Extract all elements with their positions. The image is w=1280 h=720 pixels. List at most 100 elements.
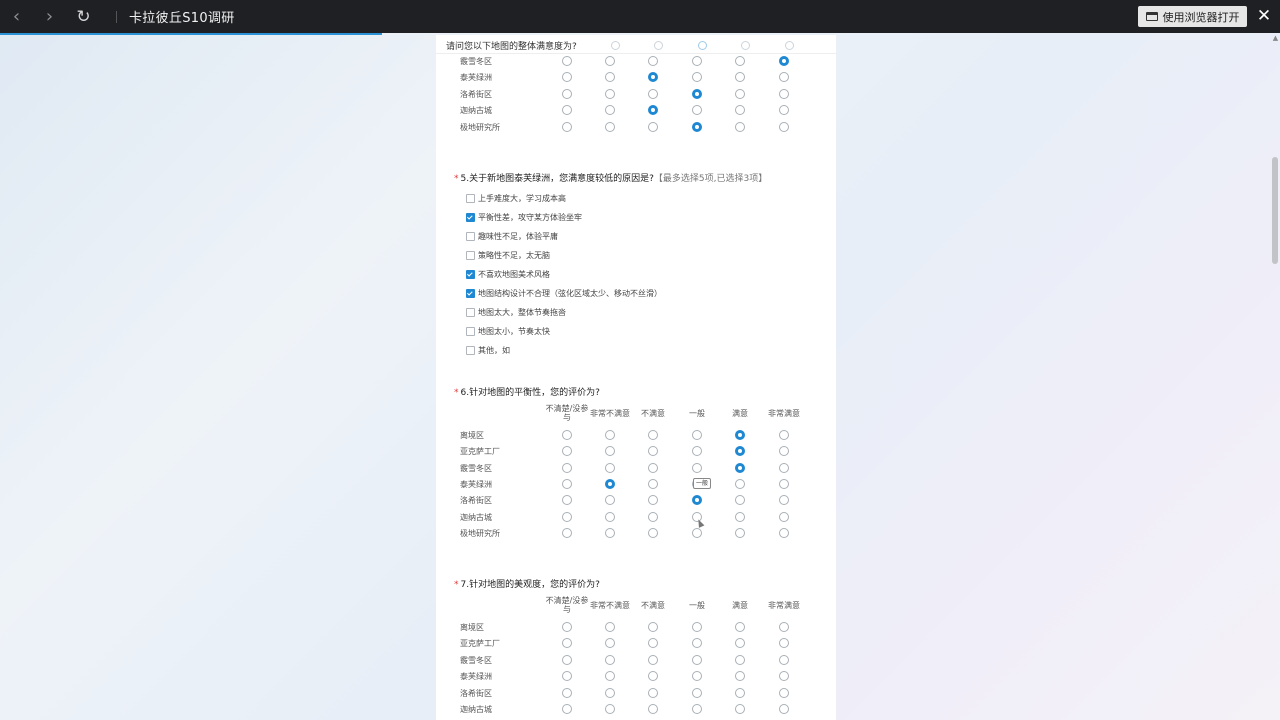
matrix-radio[interactable] — [562, 687, 572, 698]
matrix-radio[interactable] — [605, 671, 615, 682]
matrix-radio[interactable] — [692, 654, 702, 665]
scrollbar-thumb[interactable] — [1272, 157, 1278, 264]
checkbox-icon[interactable] — [466, 345, 475, 355]
scrollbar-track[interactable] — [1271, 33, 1280, 720]
matrix-radio[interactable] — [648, 462, 658, 473]
matrix-radio[interactable] — [692, 671, 702, 682]
matrix-radio[interactable] — [648, 638, 658, 649]
matrix-radio[interactable] — [562, 511, 572, 522]
matrix-radio[interactable] — [605, 121, 615, 132]
matrix-radio[interactable] — [779, 527, 789, 538]
matrix-radio[interactable] — [648, 622, 658, 632]
back-button[interactable]: ‹ — [0, 0, 33, 33]
matrix-radio[interactable] — [605, 478, 615, 489]
matrix-radio[interactable] — [562, 704, 572, 714]
checkbox-option[interactable]: 策略性不足，太无脑 — [466, 249, 550, 261]
matrix-radio[interactable] — [735, 687, 745, 698]
matrix-radio[interactable] — [735, 88, 745, 99]
matrix-radio[interactable] — [779, 446, 789, 457]
checkbox-option[interactable]: 上手难度大，学习成本高 — [466, 192, 566, 204]
matrix-radio[interactable] — [779, 687, 789, 698]
matrix-radio[interactable] — [735, 511, 745, 522]
matrix-radio[interactable] — [692, 88, 702, 99]
matrix-radio[interactable] — [605, 511, 615, 522]
matrix-radio[interactable] — [735, 462, 745, 473]
matrix-radio[interactable] — [692, 105, 702, 116]
matrix-radio[interactable] — [692, 430, 702, 440]
refresh-button[interactable]: ↻ — [67, 0, 100, 33]
matrix-radio[interactable] — [735, 527, 745, 538]
matrix-radio[interactable] — [648, 72, 658, 83]
matrix-radio[interactable] — [562, 478, 572, 489]
matrix-radio[interactable] — [562, 72, 572, 83]
checkbox-option[interactable]: 不喜欢地图美术风格 — [466, 268, 550, 280]
checkbox-icon[interactable] — [466, 231, 475, 241]
matrix-radio[interactable] — [735, 704, 745, 714]
matrix-radio[interactable] — [779, 671, 789, 682]
checkbox-option[interactable]: 趣味性不足，体验平庸 — [466, 230, 558, 242]
matrix-radio[interactable] — [562, 527, 572, 538]
matrix-radio[interactable] — [735, 638, 745, 649]
matrix-radio[interactable] — [735, 495, 745, 506]
matrix-radio[interactable] — [648, 511, 658, 522]
matrix-radio[interactable] — [735, 105, 745, 116]
matrix-radio[interactable] — [648, 88, 658, 99]
matrix-radio[interactable] — [779, 511, 789, 522]
checkbox-option[interactable]: 其他，如 — [466, 344, 510, 356]
matrix-radio[interactable] — [692, 622, 702, 632]
matrix-radio[interactable] — [692, 638, 702, 649]
matrix-radio[interactable] — [648, 495, 658, 506]
matrix-radio[interactable] — [562, 462, 572, 473]
matrix-radio[interactable] — [735, 622, 745, 632]
matrix-radio[interactable] — [562, 121, 572, 132]
matrix-radio[interactable] — [735, 121, 745, 132]
matrix-radio[interactable] — [605, 462, 615, 473]
matrix-radio[interactable] — [648, 704, 658, 714]
matrix-radio[interactable] — [692, 495, 702, 506]
close-button[interactable]: ✕ — [1252, 4, 1276, 28]
matrix-radio[interactable] — [692, 704, 702, 714]
matrix-radio[interactable] — [562, 446, 572, 457]
matrix-radio[interactable] — [605, 704, 615, 714]
checkbox-option[interactable]: 地图太大，整体节奏拖沓 — [466, 306, 566, 318]
checkbox-icon[interactable] — [466, 212, 475, 222]
matrix-radio[interactable] — [692, 121, 702, 132]
open-in-browser-button[interactable]: 使用浏览器打开 — [1138, 6, 1247, 27]
matrix-radio[interactable] — [605, 72, 615, 83]
matrix-radio[interactable] — [648, 671, 658, 682]
matrix-radio[interactable] — [779, 121, 789, 132]
checkbox-option[interactable]: 地图结构设计不合理（弦化区域太少、移动不丝滑） — [466, 287, 662, 299]
checkbox-icon[interactable] — [466, 193, 475, 203]
checkbox-icon[interactable] — [466, 326, 475, 336]
matrix-radio[interactable] — [648, 121, 658, 132]
matrix-radio[interactable] — [605, 446, 615, 457]
matrix-radio[interactable] — [562, 88, 572, 99]
matrix-radio[interactable] — [779, 638, 789, 649]
matrix-radio[interactable] — [648, 527, 658, 538]
matrix-radio[interactable] — [779, 430, 789, 440]
matrix-radio[interactable] — [779, 105, 789, 116]
checkbox-option[interactable]: 平衡性差，攻守某方体验坐牢 — [466, 211, 582, 223]
checkbox-icon[interactable] — [466, 288, 475, 298]
matrix-radio[interactable] — [779, 462, 789, 473]
matrix-radio[interactable] — [735, 430, 745, 440]
matrix-radio[interactable] — [605, 622, 615, 632]
matrix-radio[interactable] — [562, 671, 572, 682]
matrix-radio[interactable] — [562, 56, 572, 66]
matrix-radio[interactable] — [605, 638, 615, 649]
matrix-radio[interactable] — [735, 671, 745, 682]
matrix-radio[interactable] — [562, 654, 572, 665]
matrix-radio[interactable] — [648, 446, 658, 457]
matrix-radio[interactable] — [605, 430, 615, 440]
checkbox-icon[interactable] — [466, 250, 475, 260]
matrix-radio[interactable] — [779, 654, 789, 665]
matrix-radio[interactable] — [735, 446, 745, 457]
matrix-radio[interactable] — [648, 430, 658, 440]
matrix-radio[interactable] — [779, 56, 789, 66]
matrix-radio[interactable] — [605, 88, 615, 99]
matrix-radio[interactable] — [692, 687, 702, 698]
matrix-radio[interactable] — [735, 654, 745, 665]
matrix-radio[interactable] — [779, 478, 789, 489]
matrix-radio[interactable] — [735, 72, 745, 83]
matrix-radio[interactable] — [648, 687, 658, 698]
